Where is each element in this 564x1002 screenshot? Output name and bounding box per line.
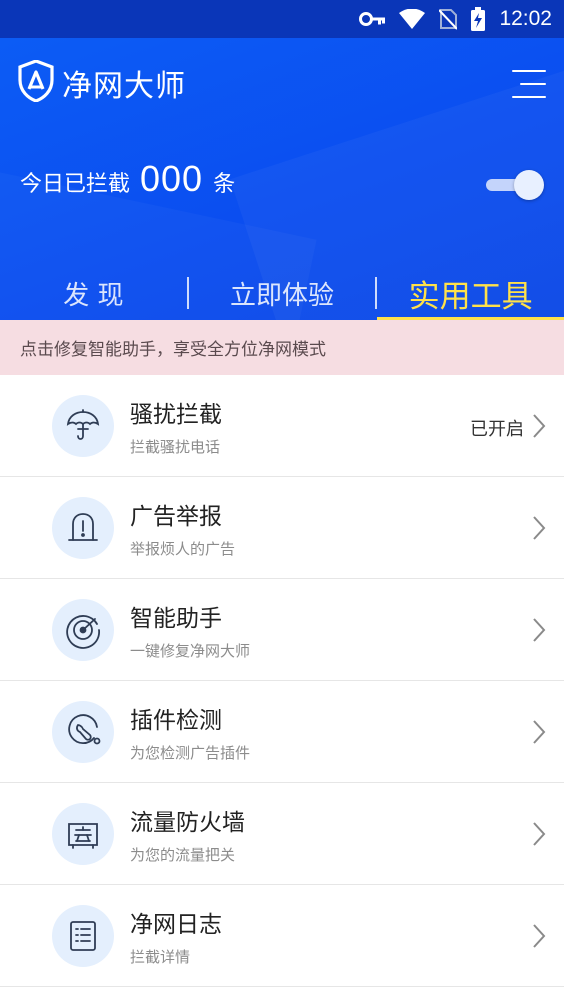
- list-item-block-log[interactable]: 净网日志 拦截详情: [0, 885, 564, 987]
- item-title: 智能助手: [130, 606, 222, 632]
- app-title: 净网大师: [62, 69, 186, 104]
- item-title: 流量防火墙: [130, 810, 245, 836]
- item-subtitle: 拦截骚扰电话: [130, 438, 221, 456]
- chevron-right-icon: [532, 413, 546, 443]
- repair-notice-banner[interactable]: 点击修复智能助手，享受全方位净网模式: [0, 320, 564, 375]
- list-item-ad-report[interactable]: 广告举报 举报烦人的广告: [0, 477, 564, 579]
- shield-a-logo: [18, 59, 54, 106]
- chevron-right-icon: [532, 719, 546, 749]
- list-item-harassment-block[interactable]: 骚扰拦截 拦截骚扰电话 已开启: [0, 375, 564, 477]
- item-title: 骚扰拦截: [130, 402, 222, 428]
- battery-charging-icon: [471, 7, 486, 31]
- counter-label: 今日已拦截: [20, 172, 131, 197]
- item-title: 广告举报: [130, 504, 222, 530]
- item-subtitle: 一键修复净网大师: [130, 642, 251, 660]
- counter-value: 000: [140, 158, 204, 199]
- list-item-smart-assistant[interactable]: 智能助手 一键修复净网大师: [0, 579, 564, 681]
- item-subtitle: 拦截详情: [130, 948, 191, 966]
- status-enabled: 已开启: [470, 419, 524, 440]
- chevron-right-icon: [532, 515, 546, 545]
- radar-icon: [52, 599, 114, 661]
- wifi-icon: [399, 9, 426, 29]
- firewall-icon: [52, 803, 114, 865]
- chevron-right-icon: [532, 617, 546, 647]
- list-item-traffic-firewall[interactable]: 流量防火墙 为您的流量把关: [0, 783, 564, 885]
- tab-try-now[interactable]: 立即体验: [189, 266, 376, 320]
- chevron-right-icon: [532, 923, 546, 953]
- no-sim-icon: [439, 8, 458, 30]
- item-subtitle: 为您检测广告插件: [130, 744, 251, 762]
- item-subtitle: 为您的流量把关: [130, 846, 236, 864]
- wrench-icon: [52, 701, 114, 763]
- vpn-key-icon: [359, 11, 386, 27]
- tool-list: 骚扰拦截 拦截骚扰电话 已开启 广告举报 举报烦人的广告 智能助手 一键修复净网…: [0, 375, 564, 987]
- umbrella-icon: [52, 395, 114, 457]
- alert-sign-icon: [52, 497, 114, 559]
- app-header: 净网大师 今日已拦截 000 条 发 现 立即体验 实用工具: [0, 38, 564, 320]
- block-counter: 今日已拦截 000 条: [20, 158, 235, 200]
- item-title: 插件检测: [130, 708, 222, 734]
- status-bar: 12:02: [0, 0, 564, 38]
- tab-tools[interactable]: 实用工具: [377, 266, 564, 320]
- log-list-icon: [52, 905, 114, 967]
- menu-icon[interactable]: [512, 70, 546, 98]
- chevron-right-icon: [532, 821, 546, 851]
- tab-bar: 发 现 立即体验 实用工具: [0, 266, 564, 320]
- protection-toggle[interactable]: [486, 170, 544, 200]
- list-item-plugin-detection[interactable]: 插件检测 为您检测广告插件: [0, 681, 564, 783]
- item-subtitle: 举报烦人的广告: [130, 540, 236, 558]
- notice-text: 点击修复智能助手，享受全方位净网模式: [20, 340, 326, 360]
- clock: 12:02: [499, 7, 552, 30]
- tab-discover[interactable]: 发 现: [0, 266, 187, 320]
- counter-unit: 条: [213, 172, 236, 197]
- brand: 净网大师: [18, 59, 186, 106]
- item-title: 净网日志: [130, 912, 222, 938]
